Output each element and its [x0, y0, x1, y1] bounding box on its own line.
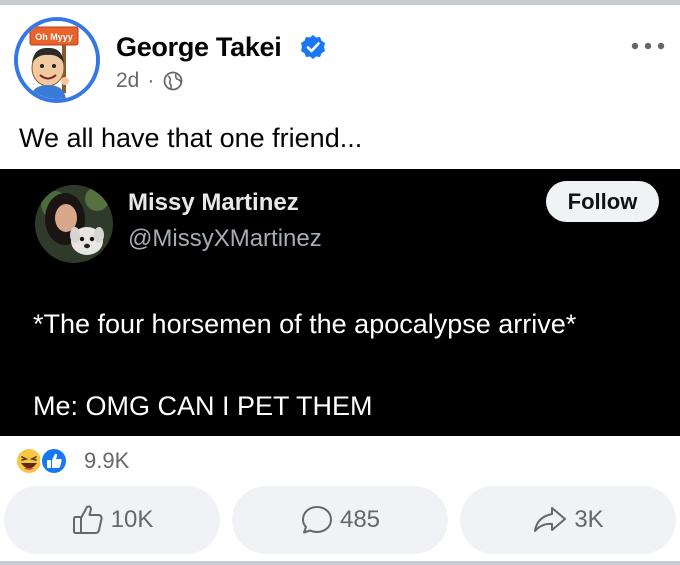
profile-photo-icon [35, 185, 113, 263]
haha-icon [15, 447, 43, 475]
tweet-text-line-1: *The four horsemen of the apocalypse arr… [33, 309, 577, 339]
comment-button[interactable]: 485 [232, 486, 448, 554]
tweet-text-line-2: Me: OMG CAN I PET THEM [33, 391, 373, 421]
reaction-count: 9.9K [84, 448, 130, 473]
reaction-icons [14, 446, 80, 476]
top-divider [0, 0, 680, 5]
share-arrow-icon [534, 507, 567, 532]
share-button[interactable]: 3K [460, 486, 676, 554]
post-caption: We all have that one friend... [19, 123, 363, 153]
thumbs-up-icon [72, 505, 103, 534]
tweet-follow-button: Follow [546, 181, 659, 222]
like-button[interactable]: 10K [4, 486, 220, 554]
like-icon [40, 447, 68, 475]
author-name[interactable]: George Takei [116, 32, 282, 63]
reactions-summary[interactable]: 9.9K [14, 446, 129, 476]
tweet-author-name: Missy Martinez [128, 189, 299, 216]
post-time[interactable]: 2d [116, 69, 139, 93]
post-meta: 2d · [116, 69, 183, 93]
tweet-author-handle: @MissyXMartinez [128, 225, 322, 252]
globe-icon [163, 71, 183, 91]
like-count: 10K [110, 506, 154, 533]
bottom-divider [0, 561, 680, 565]
page-avatar[interactable]: Oh Myyy [14, 17, 100, 103]
avatar-sign-text: Oh Myyy [35, 32, 73, 42]
share-count: 3K [574, 506, 604, 533]
tweet-avatar [35, 185, 113, 263]
cartoon-avatar-icon: Oh Myyy [18, 21, 96, 99]
meta-separator: · [147, 69, 155, 92]
more-options-icon[interactable] [630, 38, 666, 54]
comment-bubble-icon [301, 506, 332, 534]
comment-count: 485 [339, 506, 381, 533]
tweet-image[interactable]: Missy Martinez @MissyXMartinez Follow *T… [0, 169, 680, 436]
verified-badge-icon [301, 35, 325, 59]
